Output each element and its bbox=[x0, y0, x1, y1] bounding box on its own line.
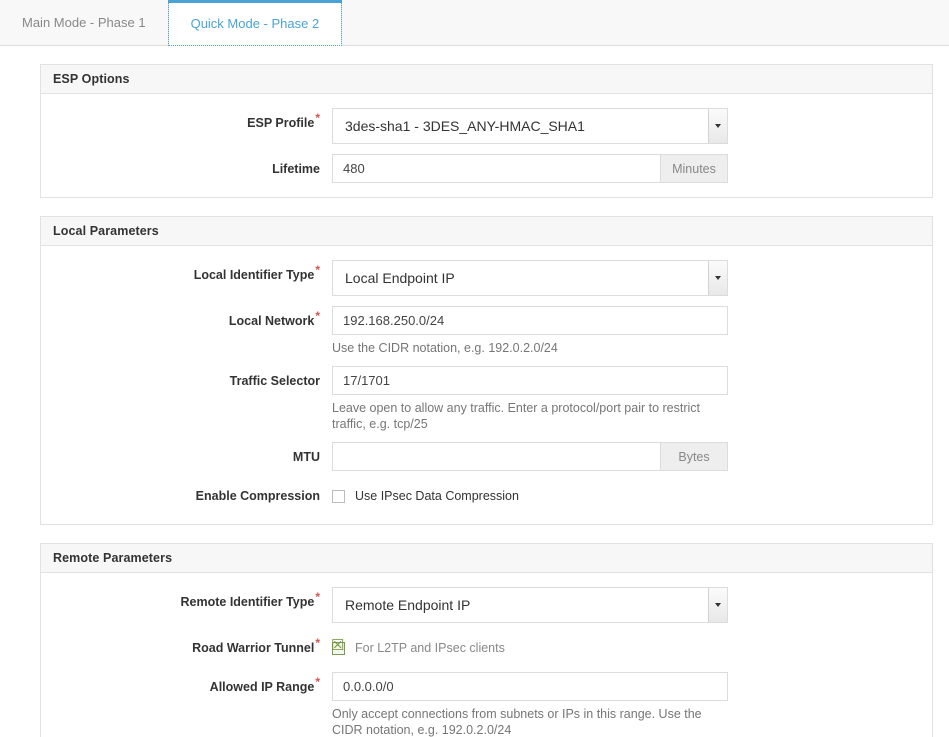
field-row-local-identifier-type: Local Identifier Type* Local Endpoint IP bbox=[41, 260, 932, 296]
local-traffic-selector-input[interactable] bbox=[332, 366, 728, 395]
label-text: Allowed IP Range bbox=[209, 680, 315, 694]
field-row-allowed-ip-range: Allowed IP Range* Only accept connection… bbox=[41, 672, 932, 737]
required-marker: * bbox=[315, 674, 320, 689]
checkbox-icon-checked[interactable] bbox=[331, 638, 345, 655]
required-marker: * bbox=[315, 308, 320, 323]
local-identifier-type-selected-value: Local Endpoint IP bbox=[345, 270, 455, 286]
road-warrior-tunnel-checkbox-label: For L2TP and IPsec clients bbox=[355, 641, 505, 655]
panel-body-esp-options: ESP Profile* 3des-sha1 - 3DES_ANY-HMAC_S… bbox=[41, 94, 932, 197]
label-text: Local Identifier Type bbox=[193, 268, 315, 282]
field-row-remote-identifier-type: Remote Identifier Type* Remote Endpoint … bbox=[41, 587, 932, 623]
panel-esp-options: ESP Options ESP Profile* 3des-sha1 - 3DE… bbox=[40, 64, 933, 198]
label-text: Traffic Selector bbox=[229, 374, 320, 388]
label-text: Road Warrior Tunnel bbox=[192, 641, 315, 655]
mtu-input-group: Bytes bbox=[332, 442, 728, 471]
field-row-enable-compression: Enable Compression Use IPsec Data Compre… bbox=[41, 481, 932, 510]
required-marker: * bbox=[315, 589, 320, 604]
esp-profile-selected-value: 3des-sha1 - 3DES_ANY-HMAC_SHA1 bbox=[345, 118, 585, 134]
label-text: Enable Compression bbox=[195, 489, 320, 503]
panel-title-remote-parameters: Remote Parameters bbox=[41, 544, 932, 573]
field-row-mtu: MTU Bytes bbox=[41, 442, 932, 471]
label-remote-identifier-type: Remote Identifier Type* bbox=[41, 587, 332, 610]
field-row-esp-profile: ESP Profile* 3des-sha1 - 3DES_ANY-HMAC_S… bbox=[41, 108, 932, 144]
enable-compression-checkbox-label: Use IPsec Data Compression bbox=[355, 489, 519, 503]
label-road-warrior-tunnel: Road Warrior Tunnel* bbox=[41, 633, 332, 656]
tab-label: Quick Mode - Phase 2 bbox=[190, 15, 320, 31]
field-row-local-traffic-selector: Traffic Selector Leave open to allow any… bbox=[41, 366, 932, 432]
esp-profile-select[interactable]: 3des-sha1 - 3DES_ANY-HMAC_SHA1 bbox=[332, 108, 728, 144]
lifetime-input-group: Minutes bbox=[332, 154, 728, 183]
lifetime-unit-addon: Minutes bbox=[660, 154, 728, 183]
panel-title-local-parameters: Local Parameters bbox=[41, 217, 932, 246]
help-allowed-ip-range: Only accept connections from subnets or … bbox=[332, 707, 702, 737]
remote-identifier-type-selected-value: Remote Endpoint IP bbox=[345, 597, 471, 613]
road-warrior-tunnel-checkbox-row[interactable]: For L2TP and IPsec clients bbox=[331, 633, 728, 662]
chevron-down-icon[interactable] bbox=[708, 261, 727, 295]
enable-compression-checkbox-row[interactable]: Use IPsec Data Compression bbox=[332, 481, 728, 510]
label-esp-profile: ESP Profile* bbox=[41, 108, 332, 131]
panel-title-esp-options: ESP Options bbox=[41, 65, 932, 94]
tab-main-mode-phase-1[interactable]: Main Mode - Phase 1 bbox=[0, 0, 168, 45]
label-text: ESP Profile bbox=[247, 116, 315, 130]
required-marker: * bbox=[315, 635, 320, 650]
tab-quick-mode-phase-2[interactable]: Quick Mode - Phase 2 bbox=[167, 0, 343, 46]
help-local-network: Use the CIDR notation, e.g. 192.0.2.0/24 bbox=[332, 341, 558, 355]
label-local-identifier-type: Local Identifier Type* bbox=[41, 260, 332, 283]
chevron-down-icon[interactable] bbox=[708, 588, 727, 622]
label-text: Lifetime bbox=[272, 162, 320, 176]
panel-body-local-parameters: Local Identifier Type* Local Endpoint IP… bbox=[41, 246, 932, 524]
tab-strip: Main Mode - Phase 1 Quick Mode - Phase 2 bbox=[0, 0, 949, 46]
label-lifetime: Lifetime bbox=[41, 154, 332, 177]
help-local-traffic-selector: Leave open to allow any traffic. Enter a… bbox=[332, 401, 701, 431]
label-text: Local Network bbox=[228, 314, 315, 328]
label-local-network: Local Network* bbox=[41, 306, 332, 329]
required-marker: * bbox=[315, 110, 320, 125]
label-local-traffic-selector: Traffic Selector bbox=[41, 366, 332, 389]
label-mtu: MTU bbox=[41, 442, 332, 465]
local-network-input[interactable] bbox=[332, 306, 728, 335]
checkbox-icon-unchecked[interactable] bbox=[332, 489, 345, 503]
panel-body-remote-parameters: Remote Identifier Type* Remote Endpoint … bbox=[41, 573, 932, 737]
remote-identifier-type-select[interactable]: Remote Endpoint IP bbox=[332, 587, 728, 623]
label-text: Remote Identifier Type bbox=[180, 595, 315, 609]
form-page: ESP Options ESP Profile* 3des-sha1 - 3DE… bbox=[0, 46, 949, 737]
panel-local-parameters: Local Parameters Local Identifier Type* … bbox=[40, 216, 933, 525]
tab-label: Main Mode - Phase 1 bbox=[22, 15, 146, 30]
local-identifier-type-select[interactable]: Local Endpoint IP bbox=[332, 260, 728, 296]
field-row-road-warrior-tunnel: Road Warrior Tunnel* For L2TP and IPsec … bbox=[41, 633, 932, 662]
label-allowed-ip-range: Allowed IP Range* bbox=[41, 672, 332, 695]
label-text: MTU bbox=[292, 450, 320, 464]
mtu-unit-addon: Bytes bbox=[660, 442, 728, 471]
mtu-input[interactable] bbox=[332, 442, 660, 471]
required-marker: * bbox=[315, 262, 320, 277]
lifetime-input[interactable] bbox=[332, 154, 660, 183]
panel-remote-parameters: Remote Parameters Remote Identifier Type… bbox=[40, 543, 933, 737]
label-enable-compression: Enable Compression bbox=[41, 481, 332, 504]
field-row-lifetime: Lifetime Minutes bbox=[41, 154, 932, 183]
field-row-local-network: Local Network* Use the CIDR notation, e.… bbox=[41, 306, 932, 356]
allowed-ip-range-input[interactable] bbox=[332, 672, 728, 701]
chevron-down-icon[interactable] bbox=[708, 109, 727, 143]
